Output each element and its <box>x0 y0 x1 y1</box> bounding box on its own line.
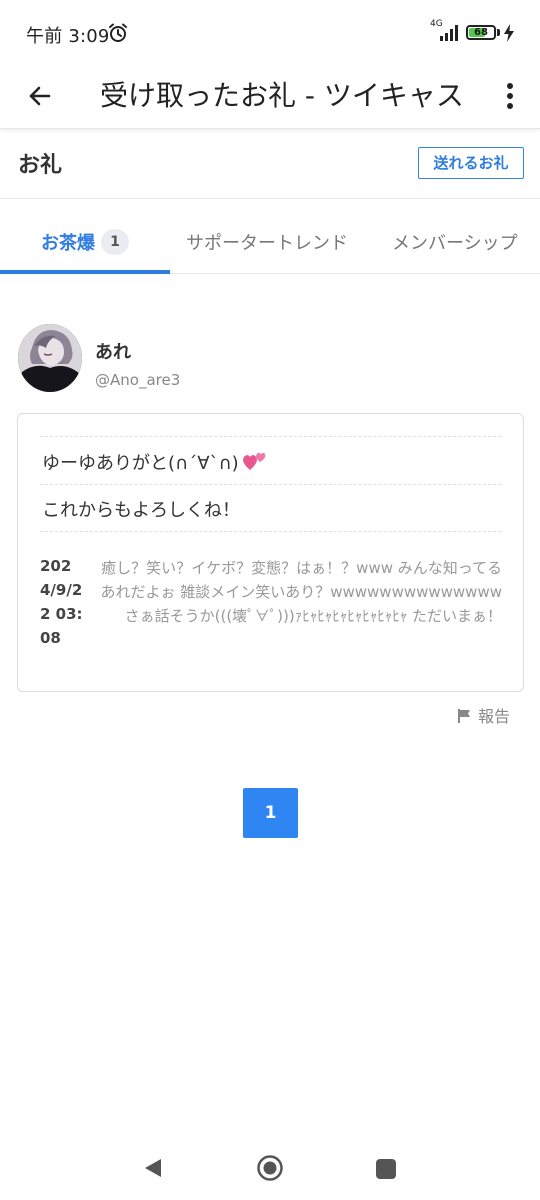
gift-date: 2024/9/22 03:08 <box>40 557 83 647</box>
system-nav-bar <box>0 1130 540 1200</box>
charging-bolt-icon <box>504 24 514 42</box>
send-thanks-button[interactable]: 送れるお礼 <box>418 147 524 179</box>
two-hearts-icon <box>242 452 266 470</box>
app-bar: 受け取ったお礼 - ツイキャス <box>0 64 540 129</box>
avatar[interactable] <box>18 324 82 392</box>
tab-count-badge: 1 <box>101 229 129 255</box>
tab-label: お茶爆 <box>41 233 95 254</box>
flag-icon <box>458 709 470 723</box>
divider <box>40 531 501 532</box>
status-time: 午前 3:09 <box>26 26 110 47</box>
tab-supporter-trend[interactable]: サポータートレンド <box>186 216 348 272</box>
tab-membership[interactable]: メンバーシップ <box>392 216 518 272</box>
divider <box>40 436 501 437</box>
report-link[interactable]: 報告 <box>458 703 510 727</box>
more-vertical-icon[interactable] <box>496 76 524 116</box>
status-bar: 午前 3:09 4G 68 <box>0 0 540 64</box>
active-tab-indicator <box>0 270 170 274</box>
divider <box>40 484 501 485</box>
gift-card: ゆーゆありがと(∩´∀`∩) これからもよろしくね！ 2024/9/22 03:… <box>17 413 524 692</box>
battery-icon: 68 <box>466 25 496 40</box>
tab-bar: お茶爆 1 サポータートレンド メンバーシップ <box>0 216 540 274</box>
section-header: お礼 送れるお礼 <box>0 129 540 199</box>
page-button-current[interactable]: 1 <box>243 788 298 838</box>
signal-strength-icon <box>440 25 458 41</box>
user-name[interactable]: あれ <box>95 338 131 364</box>
battery-percent: 68 <box>474 27 488 38</box>
gift-message: ゆーゆありがと(∩´∀`∩) <box>42 449 267 475</box>
gift-message-2: これからもよろしくね！ <box>42 500 240 521</box>
battery-tip <box>497 29 500 36</box>
avatar-image <box>18 324 82 392</box>
stream-description: 癒し？笑い？イケボ？変態？はぁ！？www みんな知ってるあれだよぉ 雑談メイン笑… <box>100 559 502 625</box>
back-arrow-icon[interactable] <box>22 78 58 114</box>
user-handle: @Ano_are3 <box>95 371 181 389</box>
nav-recent-apps-icon[interactable] <box>375 1158 397 1180</box>
section-title: お礼 <box>18 153 63 178</box>
alarm-clock-icon <box>109 23 127 42</box>
nav-back-icon[interactable] <box>141 1156 165 1180</box>
report-label: 報告 <box>478 707 511 726</box>
page-title: 受け取ったお礼 - ツイキャス <box>100 79 464 112</box>
nav-home-icon[interactable] <box>256 1154 284 1182</box>
gift-message-text: ゆーゆありがと(∩´∀`∩) <box>42 453 239 474</box>
tab-ochabaku[interactable]: お茶爆 1 <box>0 216 170 272</box>
